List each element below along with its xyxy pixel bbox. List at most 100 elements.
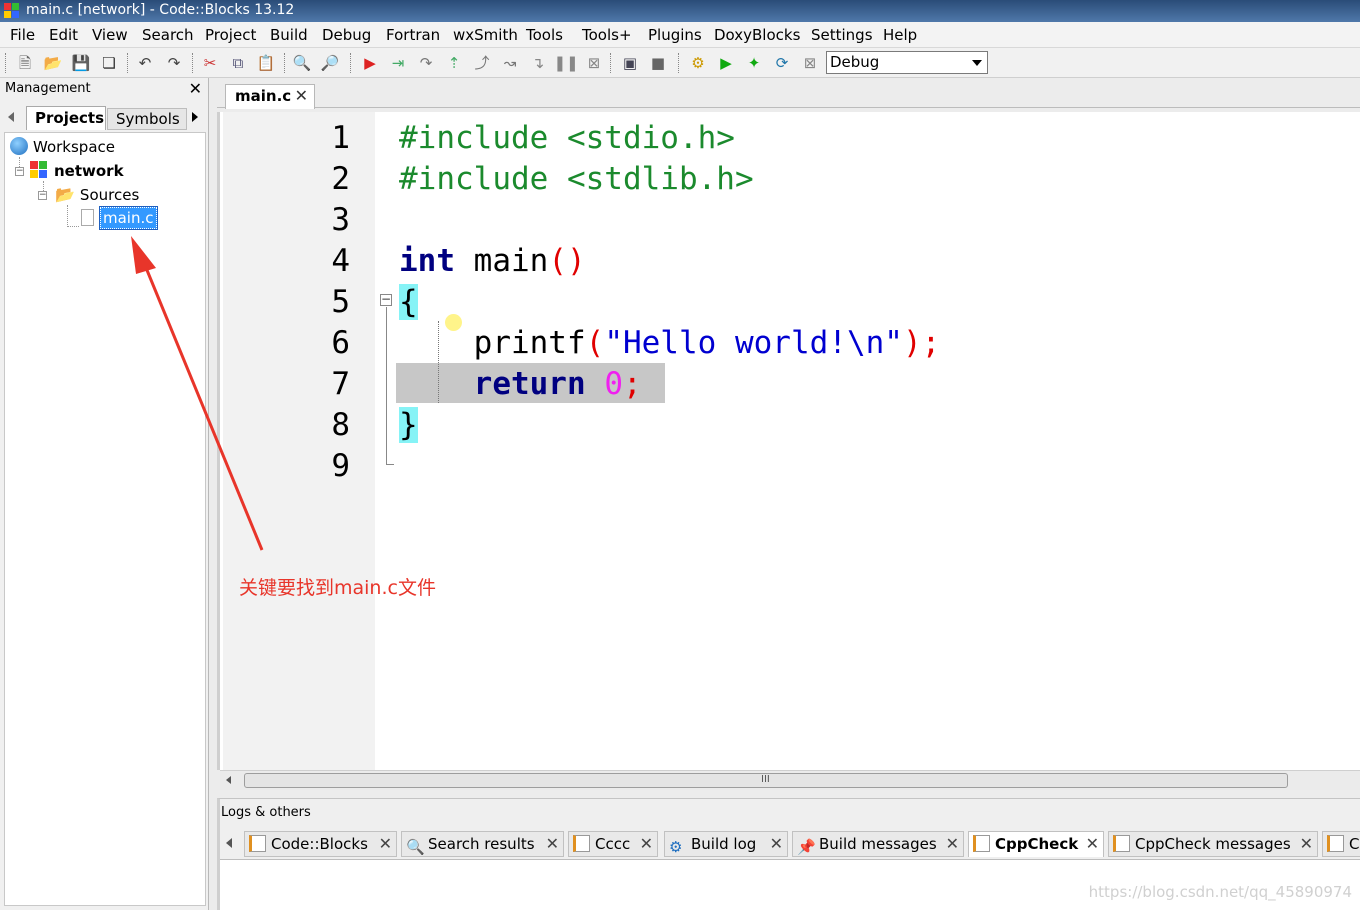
next-instruction-icon[interactable]: ⤴	[472, 53, 492, 73]
log-tab-cppcheck[interactable]: CppCheck ✕	[968, 831, 1104, 857]
collapse-icon[interactable]: −	[38, 191, 47, 200]
log-tab-label: Search results	[428, 835, 535, 853]
annotation-text: 关键要找到main.c文件	[239, 577, 436, 599]
cut-icon[interactable]: ✂	[200, 53, 220, 73]
step-over-icon[interactable]: ↷	[416, 53, 436, 73]
close-icon[interactable]: ✕	[946, 834, 959, 853]
menu-fortran[interactable]: Fortran	[386, 26, 440, 44]
stop-debug-icon[interactable]: ⊠	[584, 53, 604, 73]
step-into-icon[interactable]: ⇥	[388, 53, 408, 73]
tree-workspace[interactable]: Workspace	[10, 137, 115, 156]
menu-debug[interactable]: Debug	[322, 26, 371, 44]
tab-symbols[interactable]: Symbols	[107, 108, 187, 130]
log-tab-build-messages[interactable]: 📌 Build messages ✕	[792, 831, 964, 857]
scroll-left-icon[interactable]	[8, 112, 14, 122]
rebuild-icon[interactable]: ⟳	[772, 53, 792, 73]
scrollbar-thumb[interactable]: III	[244, 773, 1288, 788]
menu-doxyblocks[interactable]: DoxyBlocks	[714, 26, 800, 44]
close-icon[interactable]: ✕	[379, 834, 392, 853]
tab-main-c[interactable]: main.c ✕	[225, 84, 315, 109]
close-icon[interactable]: ✕	[1086, 834, 1099, 853]
close-icon[interactable]: ✕	[640, 834, 653, 853]
undo-icon[interactable]: ↶	[135, 53, 155, 73]
tree-file-main-c[interactable]: main.c	[81, 206, 158, 230]
fold-margin	[375, 112, 395, 770]
menu-wxsmith[interactable]: wxSmith	[453, 26, 518, 44]
debug-run-icon[interactable]: ▶	[360, 53, 380, 73]
step-out-icon[interactable]: ⇡	[444, 53, 464, 73]
editor-tab-label: main.c	[235, 87, 292, 105]
build-run-icon[interactable]: ✦	[744, 53, 764, 73]
code-token: #include <stdio.h>	[399, 120, 735, 156]
redo-icon[interactable]: ↷	[164, 53, 184, 73]
code-line-4: int main()	[399, 241, 586, 282]
menu-file[interactable]: File	[10, 26, 35, 44]
menu-plugins[interactable]: Plugins	[648, 26, 702, 44]
toolbar-separator	[610, 53, 612, 73]
menu-view[interactable]: View	[92, 26, 128, 44]
replace-icon[interactable]: 🔎	[320, 53, 340, 73]
menu-build[interactable]: Build	[270, 26, 308, 44]
toolbar-grip	[5, 53, 7, 73]
line-number: 7	[331, 366, 350, 402]
scroll-left-icon[interactable]	[226, 776, 231, 784]
log-tab-cs[interactable]: Cs	[1322, 831, 1360, 857]
build-icon[interactable]: ⚙	[688, 53, 708, 73]
abort-icon[interactable]: ⊠	[800, 53, 820, 73]
save-icon[interactable]: 💾	[71, 53, 91, 73]
menu-settings[interactable]: Settings	[811, 26, 873, 44]
paste-icon[interactable]: 📋	[256, 53, 276, 73]
log-tab-cppcheck-messages[interactable]: CppCheck messages ✕	[1108, 831, 1318, 857]
scroll-right-icon[interactable]	[192, 112, 198, 122]
menu-project[interactable]: Project	[205, 26, 256, 44]
tree-project-network[interactable]: network	[30, 161, 124, 180]
toolbar-separator	[350, 53, 352, 73]
run-to-cursor-icon[interactable]: ↴	[528, 53, 548, 73]
open-icon[interactable]: 📂	[43, 53, 63, 73]
collapse-icon[interactable]: −	[15, 167, 24, 176]
menu-tools-plus[interactable]: Tools+	[582, 26, 632, 44]
line-number-gutter	[223, 112, 395, 770]
new-file-icon[interactable]: 🗎	[15, 53, 35, 73]
find-icon[interactable]: 🔍	[292, 53, 312, 73]
line-number: 5	[331, 284, 350, 320]
build-target-select[interactable]: Debug	[826, 51, 988, 74]
code-token: #include <stdlib.h>	[399, 161, 754, 197]
log-tab-label: Code::Blocks	[271, 835, 368, 853]
close-icon[interactable]: ✕	[189, 79, 202, 98]
tab-projects[interactable]: Projects	[26, 106, 106, 130]
horizontal-scrollbar[interactable]: III	[220, 770, 1360, 790]
close-icon[interactable]: ✕	[295, 86, 308, 105]
log-tab-codeblocks[interactable]: Code::Blocks ✕	[244, 831, 397, 857]
scroll-left-icon[interactable]	[226, 838, 232, 848]
fold-guide-end	[386, 464, 394, 465]
editor-tab-bar: main.c ✕	[217, 78, 1360, 109]
log-tab-build-log[interactable]: ⚙ Build log ✕	[664, 831, 788, 857]
log-tab-cccc[interactable]: Cccc ✕	[568, 831, 658, 857]
toolbar-separator	[284, 53, 286, 73]
tree-folder-sources[interactable]: 📂 Sources	[55, 185, 139, 204]
info-icon[interactable]: ■	[648, 53, 668, 73]
break-icon[interactable]: ❚❚	[553, 53, 578, 73]
close-icon[interactable]: ✕	[546, 834, 559, 853]
run-icon[interactable]: ▶	[716, 53, 736, 73]
close-icon[interactable]: ✕	[770, 834, 783, 853]
logs-panel: Logs & others Code::Blocks ✕ 🔍 Search resu…	[217, 798, 1360, 910]
tree-connector	[67, 226, 79, 227]
save-all-icon[interactable]: ❏	[99, 53, 119, 73]
log-tab-search-results[interactable]: 🔍 Search results ✕	[401, 831, 564, 857]
menu-tools[interactable]: Tools	[526, 26, 563, 44]
menu-edit[interactable]: Edit	[49, 26, 78, 44]
document-pencil-icon	[973, 835, 990, 852]
fold-toggle-icon[interactable]: −	[380, 293, 392, 306]
menu-search[interactable]: Search	[142, 26, 194, 44]
close-icon[interactable]: ✕	[1300, 834, 1313, 853]
code-editor[interactable]: 1 2 3 4 5 6 7 8 9 − #include <stdio.h> #…	[217, 112, 1360, 770]
copy-icon[interactable]: ⧉	[228, 53, 248, 73]
step-instruction-icon[interactable]: ↝	[500, 53, 520, 73]
debug-windows-icon[interactable]: ▣	[620, 53, 640, 73]
menu-help[interactable]: Help	[883, 26, 917, 44]
code-token: "Hello world!\n"	[604, 325, 903, 361]
code-line-5: {	[399, 282, 418, 323]
